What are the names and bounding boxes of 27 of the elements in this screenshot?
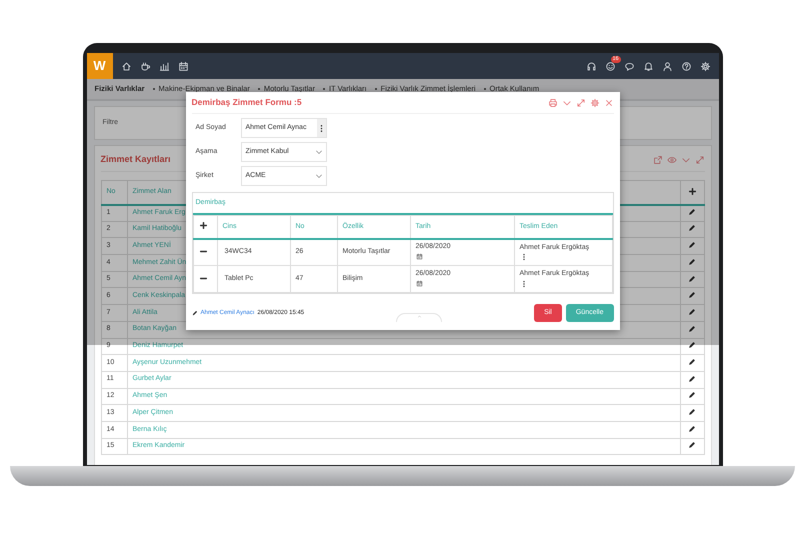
- home-icon[interactable]: [120, 60, 132, 72]
- smiley-icon[interactable]: [604, 60, 616, 72]
- edit-icon[interactable]: [688, 274, 696, 282]
- user-icon[interactable]: [662, 60, 672, 72]
- chat-icon[interactable]: [624, 60, 634, 72]
- help-icon[interactable]: [680, 60, 692, 72]
- chart-icon[interactable]: [158, 60, 170, 72]
- headset-icon[interactable]: [586, 60, 596, 72]
- edit-icon: [192, 310, 198, 316]
- collapse-handle[interactable]: [396, 312, 442, 322]
- chevron-icon: [314, 172, 322, 180]
- cup-icon[interactable]: [140, 60, 150, 72]
- card-title: Zimmet Kayıtları: [100, 152, 171, 166]
- add-icon[interactable]: [688, 186, 696, 196]
- app-logo[interactable]: W: [86, 53, 112, 79]
- close-icon[interactable]: [604, 98, 614, 108]
- calendar-icon[interactable]: [416, 280, 422, 287]
- print-icon[interactable]: [548, 98, 558, 108]
- bell-icon[interactable]: [642, 60, 654, 72]
- settings-icon[interactable]: [700, 60, 710, 72]
- edit-icon[interactable]: [688, 408, 696, 416]
- chevron-icon: [314, 148, 322, 156]
- calendar-icon[interactable]: [416, 252, 422, 260]
- add-icon[interactable]: [198, 221, 208, 230]
- expand-icon[interactable]: [576, 98, 586, 108]
- modal-title: Demirbaş Zimmet Formu :5: [192, 96, 302, 109]
- caret-icon: [416, 314, 422, 318]
